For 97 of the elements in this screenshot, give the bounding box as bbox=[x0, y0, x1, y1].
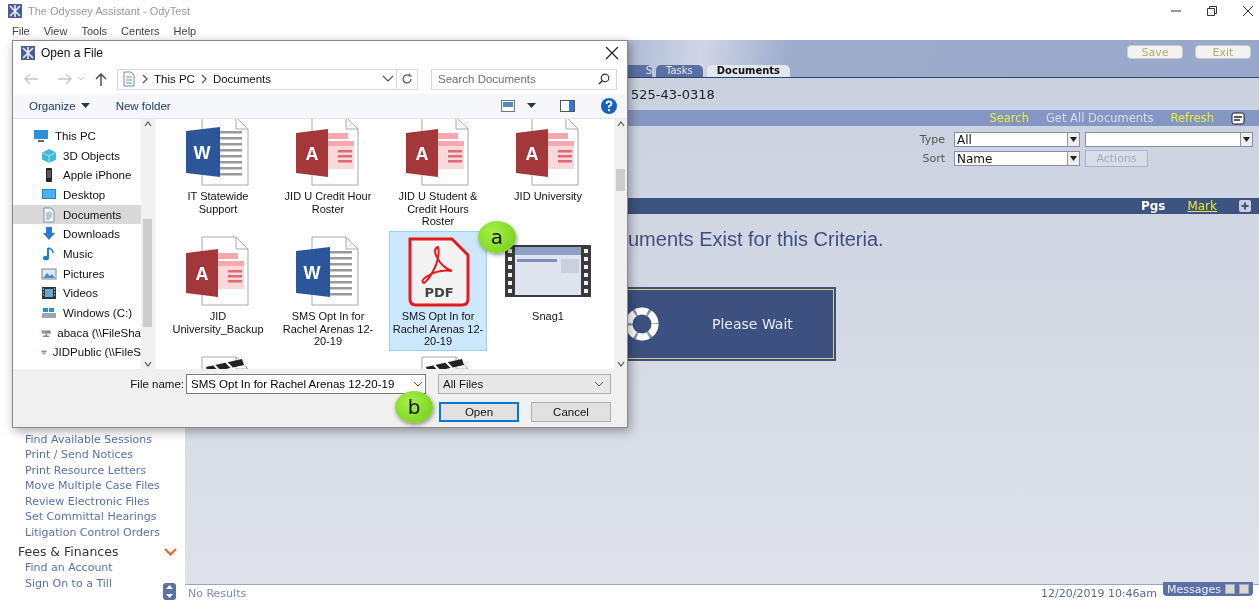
sidebar-link[interactable]: Find Available Sessions bbox=[0, 431, 185, 447]
nav-item[interactable]: abaca (\\FileSha bbox=[13, 322, 141, 343]
document-tile[interactable]: W IT Statewide Support bbox=[169, 119, 267, 231]
new-folder-button[interactable]: New folder bbox=[115, 100, 171, 112]
nav-item[interactable]: Desktop bbox=[13, 185, 141, 205]
plus-icon[interactable] bbox=[1239, 200, 1251, 212]
scrollbar[interactable] bbox=[614, 119, 627, 369]
square-icon bbox=[1225, 584, 1235, 594]
search-icon bbox=[598, 73, 610, 85]
breadcrumb-item[interactable]: Documents bbox=[212, 73, 272, 85]
dropdown-caret-icon bbox=[411, 380, 425, 388]
document-tile[interactable]: W SMS Opt In for Rachel Arenas 12-20-19 bbox=[279, 231, 377, 351]
mark-link[interactable]: Mark bbox=[1187, 199, 1217, 213]
scroll-icon[interactable] bbox=[163, 583, 176, 600]
scroll-thumb[interactable] bbox=[616, 169, 625, 191]
chevron-icon bbox=[141, 74, 149, 84]
sidebar-link[interactable]: Find an Account bbox=[0, 560, 185, 576]
up-button[interactable] bbox=[95, 72, 107, 86]
nav-item[interactable]: Pictures bbox=[13, 263, 141, 284]
chevron-icon bbox=[199, 74, 208, 84]
wait-label: Please Wait bbox=[712, 316, 793, 332]
tab[interactable]: Tasks bbox=[656, 65, 703, 77]
sidebar-link[interactable]: Move Multiple Case Files bbox=[0, 478, 185, 494]
sidebar-link[interactable]: Sign On to a Till bbox=[0, 575, 185, 591]
nav-item[interactable]: This PC bbox=[13, 126, 141, 146]
dropdown-caret-icon bbox=[592, 380, 606, 388]
document-icon bbox=[41, 206, 57, 223]
sidebar-link[interactable]: Print Resource Letters bbox=[0, 462, 185, 478]
empty-message: uments Exist for this Criteria. bbox=[628, 228, 884, 251]
close-button[interactable] bbox=[605, 46, 619, 60]
film-icon bbox=[41, 285, 57, 302]
nav-item[interactable]: Apple iPhone bbox=[13, 165, 141, 186]
dialog-icon bbox=[21, 46, 35, 60]
dialog-title: Open a File bbox=[41, 46, 104, 60]
field-label: Type bbox=[918, 133, 945, 146]
sidebar-link[interactable]: Print / Send Notices bbox=[0, 447, 185, 463]
scroll-thumb[interactable] bbox=[143, 219, 152, 327]
nav-item[interactable]: Downloads bbox=[13, 224, 141, 245]
nav-item[interactable]: Music bbox=[13, 244, 141, 264]
scanner-icon[interactable] bbox=[1231, 111, 1245, 125]
file-type-select[interactable]: All Files bbox=[438, 374, 611, 394]
menu-item[interactable]: View bbox=[43, 25, 68, 37]
type-select[interactable]: All bbox=[954, 132, 1080, 147]
nav-item[interactable]: JIDPublic (\\FileS bbox=[13, 342, 141, 363]
square-icon bbox=[1239, 584, 1249, 594]
caret-icon bbox=[80, 103, 90, 109]
column-heading: Pgs bbox=[1140, 199, 1166, 213]
search-field[interactable]: Search Documents bbox=[431, 68, 617, 90]
messages-tab[interactable]: Messages bbox=[1163, 582, 1253, 596]
window-title: The Odyssey Assistant - OdyTest bbox=[28, 5, 190, 17]
restore-icon[interactable] bbox=[1207, 6, 1217, 16]
refresh-icon bbox=[401, 73, 413, 85]
address-bar[interactable]: This PC Documents bbox=[117, 68, 418, 90]
cube-icon bbox=[41, 147, 57, 164]
dropdown-caret-icon[interactable] bbox=[380, 74, 396, 84]
sort-select[interactable]: Name bbox=[954, 151, 1080, 166]
menu-item[interactable]: File bbox=[12, 25, 30, 37]
case-number: 525-43-0318 bbox=[631, 86, 715, 102]
document-tile[interactable]: PDF SMS Opt In for Rachel Arenas 12-20-19 bbox=[389, 231, 487, 351]
tab[interactable]: Documents bbox=[706, 65, 791, 77]
status-text: No Results bbox=[188, 587, 247, 600]
help-icon[interactable] bbox=[601, 98, 617, 114]
view-icon[interactable] bbox=[501, 100, 515, 112]
music-icon bbox=[41, 245, 57, 262]
breadcrumb-item[interactable]: This PC bbox=[154, 73, 195, 85]
scroll-down-icon bbox=[616, 359, 625, 369]
computer-icon bbox=[33, 127, 49, 144]
section-heading: Fees & Finances bbox=[18, 544, 119, 560]
open-button[interactable]: Open bbox=[439, 402, 519, 422]
close-icon[interactable] bbox=[1243, 6, 1253, 16]
picture-icon bbox=[41, 265, 57, 282]
app-icon bbox=[8, 4, 22, 18]
scroll-up-icon bbox=[143, 119, 152, 129]
document-tile[interactable]: A JID University_Backup bbox=[169, 231, 267, 351]
sidebar-link[interactable]: Review Electronic Files bbox=[0, 493, 185, 509]
nav-item[interactable]: Windows (C:) bbox=[13, 303, 141, 323]
nav-item[interactable]: Videos bbox=[13, 283, 141, 304]
document-tile[interactable]: A JID U Credit Hour Roster bbox=[279, 119, 377, 231]
scroll-up-icon bbox=[616, 119, 625, 129]
date-time: 12/20/2019 10:46am bbox=[1041, 587, 1158, 600]
sidebar-link[interactable]: Litigation Control Orders bbox=[0, 524, 185, 540]
organize-button[interactable]: Organize bbox=[29, 100, 90, 112]
menu-item[interactable]: Tools bbox=[81, 25, 108, 37]
menu-item[interactable]: Centers bbox=[121, 25, 160, 37]
menu-item[interactable]: Help bbox=[173, 25, 197, 37]
cancel-button[interactable]: Cancel bbox=[531, 402, 611, 422]
nav-item[interactable]: 3D Objects bbox=[13, 145, 141, 166]
nav-item[interactable]: Documents bbox=[13, 204, 141, 225]
filename-label: File name: bbox=[130, 378, 184, 390]
field-label: Sort bbox=[921, 152, 945, 165]
chevron-icon[interactable] bbox=[164, 548, 177, 556]
location-icon bbox=[122, 71, 136, 87]
preview-pane-icon[interactable] bbox=[560, 100, 575, 112]
scrollbar[interactable] bbox=[141, 119, 154, 369]
sidebar-link[interactable]: Set Committal Hearings bbox=[0, 509, 185, 525]
scroll-down-icon bbox=[143, 359, 152, 369]
file-name-field[interactable]: SMS Opt In for Rachel Arenas 12-20-19 bbox=[186, 374, 426, 394]
